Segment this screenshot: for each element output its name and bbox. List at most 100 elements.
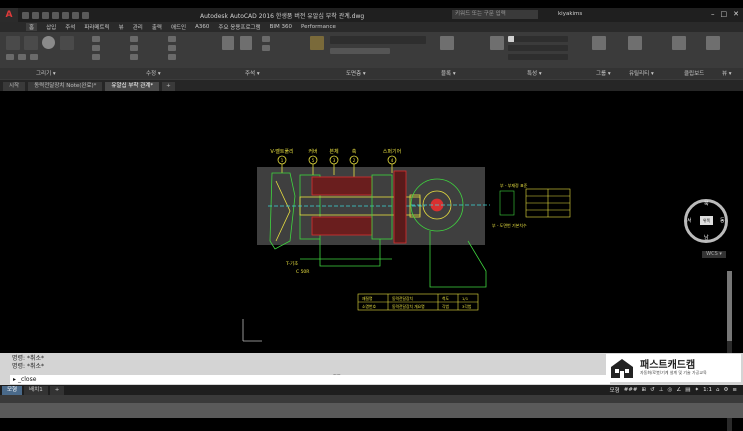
table-tool-icon[interactable] [262, 45, 270, 51]
measure-tool-icon[interactable] [628, 36, 642, 50]
trim-tool-icon[interactable] [130, 36, 138, 42]
compass-east[interactable]: 동 [720, 217, 725, 224]
callout-number: 1 [281, 158, 284, 163]
move-tool-icon[interactable] [92, 36, 100, 42]
dynamic-input-icon[interactable]: ↺ [650, 387, 655, 393]
panel-view-label[interactable]: 뷰 ▾ [722, 69, 732, 77]
search-input[interactable]: 키워드 또는 구문 입력 [452, 10, 538, 19]
color-dropdown[interactable] [508, 36, 568, 42]
compass-north[interactable]: 북 [704, 200, 709, 207]
application-menu-button[interactable]: A [0, 8, 18, 22]
rectangle-tool-icon[interactable] [6, 54, 14, 60]
model-space-toggle[interactable]: 모형 [610, 386, 620, 394]
redo-icon[interactable] [82, 11, 89, 19]
annotation-scale[interactable]: 1:1 [703, 387, 712, 393]
dimension-tool-icon[interactable] [240, 36, 252, 50]
close-icon[interactable]: ✕ [733, 10, 739, 18]
hatch-tool-icon[interactable] [18, 54, 26, 60]
layout-tab-add[interactable]: + [49, 385, 65, 395]
layout-tab-model[interactable]: 모형 [2, 385, 23, 395]
save-icon[interactable] [42, 11, 49, 19]
panel-clipboard-label[interactable]: 클립보드 [684, 69, 704, 77]
tab-parametric[interactable]: 파라메트릭 [84, 23, 109, 31]
circle-tool-icon[interactable] [42, 36, 55, 49]
tab-annotate[interactable]: 주석 [65, 23, 75, 31]
doc-tab-drawing-1[interactable]: 동력전달장치 Note(완료)* [28, 82, 103, 91]
panel-groups-label[interactable]: 그룹 ▾ [596, 69, 611, 77]
viewcube-top-face[interactable]: 위쪽 [700, 216, 713, 225]
text-tool-icon[interactable] [222, 36, 234, 50]
mirror-tool-icon[interactable] [130, 45, 138, 51]
copy-tool-icon[interactable] [92, 54, 100, 60]
line-tool-icon[interactable] [6, 36, 20, 50]
paste-tool-icon[interactable] [672, 36, 686, 50]
command-input[interactable]: ▸ _close [10, 375, 610, 384]
base-view-icon[interactable] [706, 36, 720, 50]
tab-addins[interactable]: 애드인 [171, 23, 186, 31]
panel-utilities-label[interactable]: 유틸리티 ▾ [629, 69, 654, 77]
panel-properties-label[interactable]: 특성 ▾ [527, 69, 542, 77]
detail-table-header: 부 - 부재정 표준 [500, 182, 528, 188]
grid-toggle-icon[interactable]: ### [624, 387, 638, 393]
snap-toggle-icon[interactable]: ⊞ [642, 387, 647, 393]
lineweight-dropdown[interactable] [508, 54, 568, 60]
housing-upper-section [311, 176, 373, 196]
panel-block-label[interactable]: 블록 ▾ [441, 69, 456, 77]
user-name[interactable]: kiyakims [558, 11, 582, 17]
polar-toggle-icon[interactable]: ∠ [676, 387, 681, 393]
layer-dropdown[interactable] [330, 36, 426, 44]
fillet-tool-icon[interactable] [130, 54, 138, 60]
tab-manage[interactable]: 관리 [133, 23, 143, 31]
tab-bim360[interactable]: BIM 360 [270, 24, 292, 30]
compass-south[interactable]: 남 [704, 234, 709, 241]
polyline-tool-icon[interactable] [24, 36, 38, 50]
insert-block-icon[interactable] [440, 36, 454, 50]
wcs-menu[interactable]: WCS ▾ [702, 251, 726, 258]
spline-tool-icon[interactable] [30, 54, 38, 60]
rotate-tool-icon[interactable] [92, 45, 100, 51]
stretch-tool-icon[interactable] [168, 36, 176, 42]
panel-annotation-label[interactable]: 주석 ▾ [245, 69, 260, 77]
open-icon[interactable] [32, 11, 39, 19]
linetype-dropdown[interactable] [508, 45, 568, 51]
compass-west[interactable]: 서 [687, 217, 692, 224]
scale-tool-icon[interactable] [168, 45, 176, 51]
tab-home[interactable]: 홈 [26, 23, 38, 31]
group-tool-icon[interactable] [592, 36, 606, 50]
navigation-bar-thumb[interactable] [727, 271, 732, 341]
osnap-toggle-icon[interactable]: ◎ [668, 387, 673, 393]
tab-a360[interactable]: A360 [195, 24, 209, 30]
ortho-toggle-icon[interactable]: ⊥ [659, 387, 664, 393]
doc-tab-drawing-2[interactable]: 유알십 부착 관계* [105, 82, 160, 91]
tab-view[interactable]: 뷰 [119, 23, 124, 31]
new-icon[interactable] [22, 11, 29, 19]
undo-icon[interactable] [72, 11, 79, 19]
panel-draw-label[interactable]: 그리기 ▾ [36, 69, 56, 77]
settings-icon[interactable]: ⚙ [723, 387, 728, 393]
tab-output[interactable]: 출력 [152, 23, 162, 31]
doc-tab-start[interactable]: 시작 [3, 82, 26, 91]
new-tab-button[interactable]: + [162, 82, 175, 91]
maximize-icon[interactable]: □ [721, 10, 728, 18]
panel-modify-label[interactable]: 수정 ▾ [146, 69, 161, 77]
array-tool-icon[interactable] [168, 54, 176, 60]
tab-insert[interactable]: 삽입 [46, 23, 56, 31]
layout-tab-layout1[interactable]: 배치1 [24, 385, 48, 395]
panel-layers-label[interactable]: 도면층 ▾ [346, 69, 366, 77]
workspace-icon[interactable]: ⌂ [716, 387, 720, 393]
lineweight-toggle-icon[interactable]: ▤ [685, 387, 690, 393]
tab-performance[interactable]: Performance [301, 24, 336, 30]
leader-tool-icon[interactable] [262, 36, 270, 42]
arc-tool-icon[interactable] [60, 36, 74, 50]
layer-tools-icon[interactable] [330, 48, 390, 54]
minimize-icon[interactable]: – [711, 10, 715, 18]
save-as-icon[interactable] [52, 11, 59, 19]
annotation-visibility-icon[interactable]: ✦ [694, 387, 699, 393]
print-icon[interactable] [62, 11, 69, 19]
layer-properties-icon[interactable] [310, 36, 324, 50]
match-properties-icon[interactable] [490, 36, 504, 50]
viewcube[interactable]: 북 남 서 동 위쪽 [684, 199, 728, 243]
customize-menu-icon[interactable]: ≡ [732, 387, 737, 393]
drawing-canvas[interactable]: V-벨트풀리 커버 본체 축 스퍼기어 1 5 3 2 4 T-기초 C 50R… [0, 91, 743, 431]
tab-featured-apps[interactable]: 주요 응용프로그램 [218, 23, 260, 31]
